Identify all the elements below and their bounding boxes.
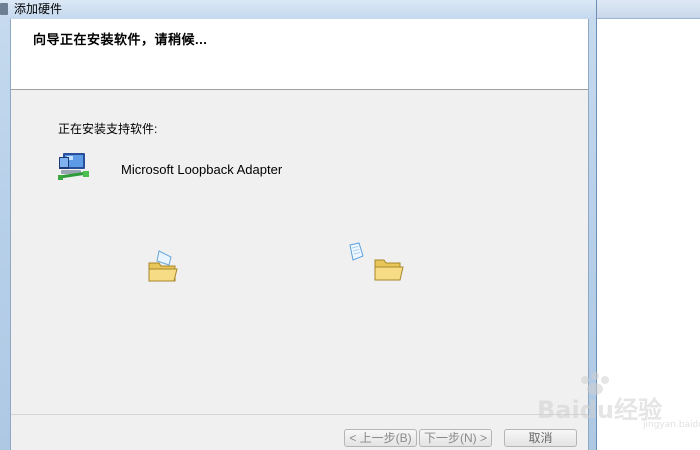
back-button[interactable]: < 上一步(B) (344, 429, 417, 447)
title-bar[interactable]: 添加硬件 (0, 0, 596, 19)
add-hardware-dialog: 添加硬件 向导正在安装软件，请稍候... 正在安装支持软件: Microsoft… (0, 0, 597, 450)
wizard-client-area: 向导正在安装软件，请稍候... 正在安装支持软件: Microsoft Loop… (10, 19, 589, 450)
watermark-url: jingyan.baidu.com (643, 420, 700, 430)
next-button[interactable]: 下一步(N) > (419, 429, 492, 447)
wizard-footer: < 上一步(B) 下一步(N) > 取消 (11, 414, 588, 450)
window-title: 添加硬件 (14, 2, 63, 16)
network-adapter-icon (58, 153, 89, 180)
background-window-toolbar (593, 0, 700, 19)
wizard-header-text: 向导正在安装软件，请稍候... (33, 32, 208, 47)
window-icon (0, 3, 8, 15)
screen: 添加硬件 向导正在安装软件，请稍候... 正在安装支持软件: Microsoft… (0, 0, 700, 450)
baidu-watermark: Baidu经验 jingyan.baidu.com (533, 372, 700, 432)
flying-document-icon (349, 242, 364, 261)
destination-folder-icon (374, 259, 404, 281)
wizard-header: 向导正在安装软件，请稍候... (11, 19, 588, 90)
device-name: Microsoft Loopback Adapter (121, 162, 283, 177)
source-folder-icon (148, 250, 178, 282)
installing-label: 正在安装支持软件: (58, 122, 158, 136)
